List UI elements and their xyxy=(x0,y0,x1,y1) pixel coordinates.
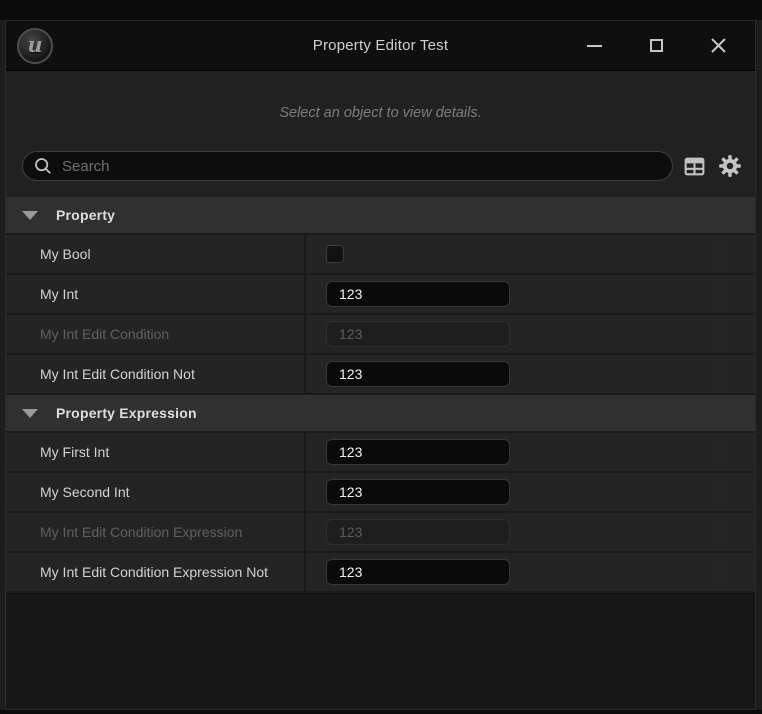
property-value-cell xyxy=(306,433,719,471)
my-second-int-input[interactable] xyxy=(326,479,510,505)
property-name-cell: My First Int xyxy=(6,433,304,471)
minimize-icon xyxy=(587,45,602,47)
table-view-icon xyxy=(682,154,707,179)
screen: u Property Editor Test Select an object … xyxy=(0,0,762,714)
property-value-cell xyxy=(306,553,719,591)
property-row-my-int-edit-condition: My Int Edit Condition xyxy=(6,315,755,355)
search-box[interactable] xyxy=(22,151,673,181)
property-editor-window: u Property Editor Test Select an object … xyxy=(5,20,756,710)
title-bar[interactable]: u Property Editor Test xyxy=(6,21,755,71)
empty-selection-hint: Select an object to view details. xyxy=(6,105,755,125)
chevron-down-icon xyxy=(22,409,38,418)
property-name-cell: My Int Edit Condition Expression xyxy=(6,513,304,551)
property-row-my-first-int: My First Int xyxy=(6,433,755,473)
property-label: My Int Edit Condition Expression Not xyxy=(40,564,268,580)
property-name-cell: My Int xyxy=(6,275,304,313)
row-right-gutter xyxy=(719,275,721,313)
property-label: My Int xyxy=(40,286,78,302)
property-name-cell: My Int Edit Condition Expression Not xyxy=(6,553,304,591)
minimize-button[interactable] xyxy=(585,37,603,55)
property-value-cell xyxy=(306,315,719,353)
property-label: My Bool xyxy=(40,246,91,262)
close-button[interactable] xyxy=(709,37,727,55)
close-icon xyxy=(710,37,727,54)
property-value-cell xyxy=(306,275,719,313)
maximize-icon xyxy=(650,39,663,52)
empty-area xyxy=(6,593,755,709)
property-value-cell xyxy=(306,513,719,551)
property-row-my-bool: My Bool xyxy=(6,235,755,275)
desktop-bottom-strip xyxy=(0,710,762,714)
property-value-cell xyxy=(306,355,719,393)
property-row-my-int-edit-condition-expression: My Int Edit Condition Expression xyxy=(6,513,755,553)
section-header-property[interactable]: Property xyxy=(6,197,755,235)
property-label: My Int Edit Condition Not xyxy=(40,366,195,382)
settings-gear-icon xyxy=(717,153,743,179)
my-int-edit-condition-expression-not-input[interactable] xyxy=(326,559,510,585)
my-int-edit-condition-expression-input xyxy=(326,519,510,545)
row-right-gutter xyxy=(719,513,721,551)
row-right-gutter xyxy=(719,553,721,591)
row-right-gutter xyxy=(719,433,721,471)
search-icon xyxy=(33,156,53,176)
my-bool-checkbox[interactable] xyxy=(326,245,344,263)
section-label: Property xyxy=(56,207,115,223)
desktop-top-strip xyxy=(0,0,762,20)
row-right-gutter xyxy=(719,315,721,353)
section-label: Property Expression xyxy=(56,405,197,421)
maximize-button[interactable] xyxy=(647,37,665,55)
property-label: My Int Edit Condition xyxy=(40,326,169,342)
property-name-cell: My Second Int xyxy=(6,473,304,511)
search-toolbar xyxy=(22,151,745,181)
property-label: My First Int xyxy=(40,444,109,460)
property-row-my-int: My Int xyxy=(6,275,755,315)
property-value-cell xyxy=(306,473,719,511)
chevron-down-icon xyxy=(22,211,38,220)
property-row-my-int-edit-condition-expression-not: My Int Edit Condition Expression Not xyxy=(6,553,755,593)
row-right-gutter xyxy=(719,235,721,273)
property-value-cell xyxy=(306,235,719,273)
window-controls xyxy=(585,37,727,55)
property-name-cell: My Bool xyxy=(6,235,304,273)
my-first-int-input[interactable] xyxy=(326,439,510,465)
search-input[interactable] xyxy=(62,158,662,175)
settings-button[interactable] xyxy=(715,151,745,181)
property-label: My Second Int xyxy=(40,484,130,500)
my-int-edit-condition-input xyxy=(326,321,510,347)
property-row-my-int-edit-condition-not: My Int Edit Condition Not xyxy=(6,355,755,395)
my-int-input[interactable] xyxy=(326,281,510,307)
property-row-my-second-int: My Second Int xyxy=(6,473,755,513)
details-panel: Property My Bool My Int My Int Edit Cond… xyxy=(6,197,755,593)
property-name-cell: My Int Edit Condition Not xyxy=(6,355,304,393)
property-name-cell: My Int Edit Condition xyxy=(6,315,304,353)
property-label: My Int Edit Condition Expression xyxy=(40,524,242,540)
table-view-button[interactable] xyxy=(679,151,709,181)
my-int-edit-condition-not-input[interactable] xyxy=(326,361,510,387)
section-header-property-expression[interactable]: Property Expression xyxy=(6,395,755,433)
row-right-gutter xyxy=(719,355,721,393)
row-right-gutter xyxy=(719,473,721,511)
